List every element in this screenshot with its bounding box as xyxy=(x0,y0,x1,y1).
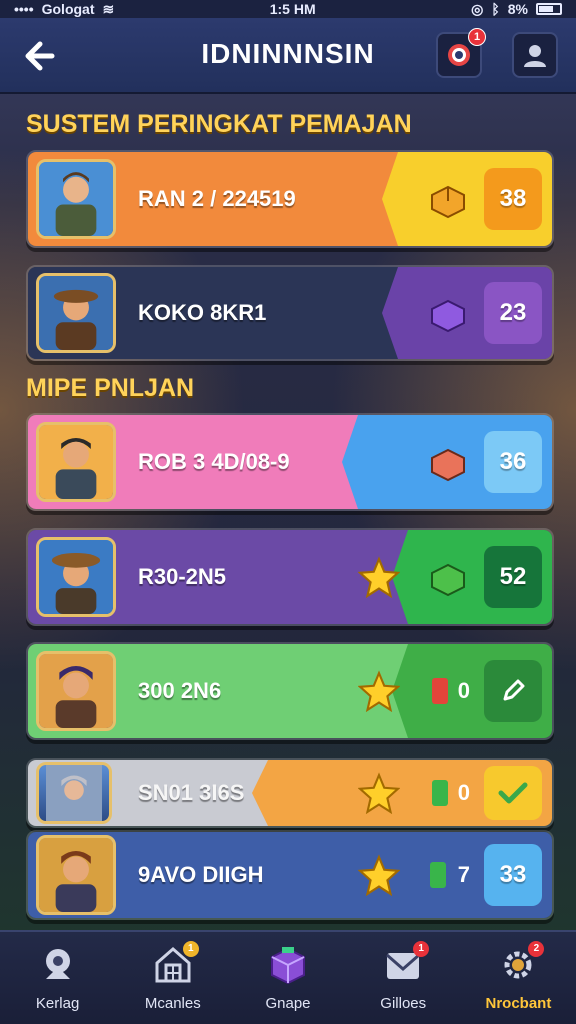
player-name: RAN 2 / 224519 xyxy=(138,186,296,211)
nav-item-gnape[interactable]: Gnape xyxy=(230,932,345,1024)
box-icon xyxy=(428,557,468,597)
clock: 1:5 HM xyxy=(269,1,316,17)
confirm-button[interactable] xyxy=(484,766,542,820)
bluetooth-icon: ᛒ xyxy=(491,1,500,17)
player-card[interactable]: RAN 2 / 224519 38 xyxy=(26,150,554,248)
player-name: 9AVO DIIGH xyxy=(138,862,264,887)
bottom-nav: Kerlag 1 Mcanles Gnape 1 Gilloes 2 Nrocb… xyxy=(0,930,576,1024)
header: IDNINNNSIN 1 xyxy=(0,18,576,94)
nav-label: Mcanles xyxy=(144,994,201,1012)
score-box: 33 xyxy=(484,844,542,906)
star-icon xyxy=(357,772,401,815)
signal-dots: •••• xyxy=(14,1,34,17)
player-name: 300 2N6 xyxy=(138,678,222,703)
avatar xyxy=(36,537,116,617)
section-title-players: MIPE PNLJAN xyxy=(26,374,195,402)
wifi-icon: ≋ xyxy=(102,0,115,17)
avatar xyxy=(36,651,116,731)
player-name: SN01 3I6S xyxy=(138,780,245,805)
notifications-button[interactable]: 1 xyxy=(436,28,486,78)
notification-badge: 1 xyxy=(468,28,486,46)
battery-percent: 8% xyxy=(507,1,528,17)
score-box: 38 xyxy=(484,168,542,230)
page-title: IDNINNNSIN xyxy=(201,38,375,69)
nav-badge: 2 xyxy=(528,940,545,957)
nav-badge: 1 xyxy=(182,940,199,957)
nav-badge: 1 xyxy=(413,940,430,957)
nav-label: Gnape xyxy=(265,994,311,1012)
score-box: 23 xyxy=(484,282,542,344)
green-gem-icon xyxy=(432,780,448,806)
battery-icon xyxy=(536,3,562,15)
edit-icon xyxy=(503,679,525,701)
gem-count: 0 xyxy=(457,678,470,703)
player-card[interactable]: ROB 3 4D/08-9 36 xyxy=(26,413,554,511)
check-icon xyxy=(498,782,528,804)
nav-label: Kerlag xyxy=(35,994,80,1012)
nav-item-home[interactable]: Kerlag xyxy=(0,932,115,1024)
player-card[interactable]: 300 2N6 0 xyxy=(26,642,554,740)
user-icon xyxy=(524,45,546,67)
avatar xyxy=(36,422,116,502)
nav-item-mcanles[interactable]: 1 Mcanles xyxy=(115,932,230,1024)
gear-icon: 2 xyxy=(498,940,545,985)
status-bar: •••• Gologat ≋ 1:5 HM ◎ ᛒ 8% xyxy=(0,0,576,18)
player-name: ROB 3 4D/08-9 xyxy=(138,449,290,474)
score-box: 52 xyxy=(484,546,542,608)
location-icon: ◎ xyxy=(471,0,484,17)
nav-label: Gilloes xyxy=(380,994,427,1012)
box-icon xyxy=(428,293,468,333)
player-name: KOKO 8KR1 xyxy=(138,300,267,325)
carrier-label: Gologat xyxy=(41,1,95,17)
star-icon xyxy=(357,556,401,599)
avatar xyxy=(36,762,112,824)
star-icon xyxy=(357,854,401,897)
green-gem-icon xyxy=(430,862,446,888)
home-icon xyxy=(38,945,78,985)
profile-button[interactable] xyxy=(512,32,558,78)
player-card[interactable]: KOKO 8KR1 23 xyxy=(26,265,554,361)
box-icon xyxy=(428,442,468,482)
player-card[interactable]: SN01 3I6S 0 xyxy=(26,758,554,828)
avatar xyxy=(36,273,116,353)
section-title-ranking: SUSTEM PERINGKAT PEMAJAN xyxy=(26,110,412,138)
nav-item-nrocbant[interactable]: 2 Nrocbant xyxy=(461,932,576,1024)
score-box: 36 xyxy=(484,431,542,493)
player-name: R30-2N5 xyxy=(138,564,227,589)
gem-count: 0 xyxy=(457,780,470,805)
house-grid-icon: 1 xyxy=(153,940,199,985)
red-gem-icon xyxy=(432,678,448,704)
star-icon xyxy=(357,670,401,713)
player-card[interactable]: R30-2N5 52 xyxy=(26,528,554,626)
gem-count: 7 xyxy=(457,862,470,887)
nav-label: Nrocbant xyxy=(485,994,552,1012)
box-icon xyxy=(428,179,468,219)
avatar xyxy=(36,835,116,915)
edit-button[interactable] xyxy=(484,660,542,722)
nav-item-gilloes[interactable]: 1 Gilloes xyxy=(346,932,461,1024)
player-card[interactable]: 9AVO DIIGH 7 33 xyxy=(26,830,554,920)
mail-icon: 1 xyxy=(383,940,430,985)
avatar xyxy=(36,159,116,239)
cube-icon xyxy=(268,945,308,985)
target-icon xyxy=(448,44,470,66)
